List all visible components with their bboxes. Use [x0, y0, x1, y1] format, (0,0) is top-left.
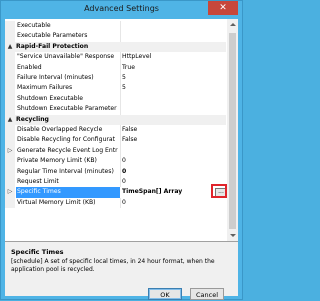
row-gutter — [5, 93, 15, 105]
column-divider — [120, 125, 121, 136]
property-name: Private Memory Limit (KB) — [17, 157, 97, 165]
scroll-up-icon[interactable] — [230, 23, 236, 26]
property-name: Generate Recycle Event Log Entr — [17, 146, 118, 154]
column-divider — [120, 177, 121, 188]
vertical-scrollbar[interactable] — [227, 19, 238, 241]
row-gutter — [5, 73, 15, 84]
column-divider — [120, 73, 121, 84]
description-panel: Specific Times [schedule] A set of speci… — [5, 242, 238, 284]
property-name: Maximum Failures — [17, 84, 73, 92]
column-divider — [120, 145, 121, 157]
row-gutter — [5, 31, 15, 42]
property-row-virtual-memory-limit[interactable]: Virtual Memory Limit (KB) 0 — [5, 197, 226, 209]
category-rapid-fail-protection[interactable]: ▲ Rapid-Fail Protection — [5, 41, 226, 53]
property-row-generate-recycle-event-log[interactable]: ▷ Generate Recycle Event Log Entr — [5, 145, 226, 157]
column-divider — [120, 104, 121, 115]
collapse-icon[interactable]: ▲ — [5, 41, 15, 53]
property-name: Executable Parameters — [17, 32, 88, 40]
row-gutter — [5, 135, 15, 146]
property-row-request-limit[interactable]: Request Limit 0 — [5, 177, 226, 188]
row-gutter — [5, 125, 15, 136]
expand-icon[interactable]: ▷ — [5, 187, 15, 198]
dialog-footer: OK Cancel — [5, 285, 238, 300]
column-divider — [120, 21, 121, 32]
ok-button[interactable]: OK — [148, 288, 182, 300]
window-title: Advanced Settings — [84, 4, 159, 13]
column-divider — [120, 166, 121, 177]
close-icon: ✕ — [219, 3, 227, 13]
property-name: Shutdown Executable — [17, 94, 84, 102]
collapse-icon[interactable]: ▲ — [5, 114, 15, 125]
property-name: Executable — [17, 22, 51, 29]
column-divider — [120, 83, 121, 94]
property-row-specific-times[interactable]: ▷ Specific Times TimeSpan[] Array ... — [5, 184, 227, 199]
property-value[interactable]: 0 — [122, 177, 224, 187]
column-divider — [120, 62, 121, 73]
category-name: Recycling — [16, 115, 49, 123]
row-gutter — [5, 166, 15, 177]
advanced-settings-window: Advanced Settings ✕ Executable Executabl… — [0, 0, 243, 300]
property-row-shutdown-executable-parameters[interactable]: Shutdown Executable Parameter — [5, 104, 226, 115]
property-name: Shutdown Executable Parameter — [17, 105, 117, 113]
callout-highlight-box — [211, 184, 227, 199]
property-grid[interactable]: Executable Executable Parameters ▲ Rapid… — [5, 19, 238, 242]
dialog-body: Executable Executable Parameters ▲ Rapid… — [5, 19, 238, 300]
property-value[interactable]: 0 — [122, 156, 224, 166]
row-gutter — [5, 197, 15, 209]
property-name: "Service Unavailable" Response — [17, 53, 115, 61]
property-row-executable-parameters[interactable]: Executable Parameters — [5, 31, 226, 42]
scrollbar-thumb[interactable] — [229, 33, 236, 229]
column-divider — [120, 197, 121, 209]
property-value[interactable]: 5 — [122, 83, 224, 93]
description-text: [schedule] A set of specific local times… — [11, 258, 215, 273]
column-divider — [120, 156, 121, 167]
column-divider — [120, 31, 121, 42]
property-row-regular-time-interval[interactable]: Regular Time Interval (minutes) 0 — [5, 166, 226, 177]
expand-icon[interactable]: ▷ — [5, 145, 15, 157]
property-name: Failure Interval (minutes) — [17, 74, 94, 81]
category-name: Rapid-Fail Protection — [16, 42, 89, 50]
property-value[interactable]: True — [122, 63, 224, 73]
property-row-service-unavailable-response[interactable]: "Service Unavailable" Response HttpLevel — [5, 52, 226, 63]
row-gutter — [5, 21, 15, 32]
row-gutter — [5, 104, 15, 115]
title-bar[interactable]: Advanced Settings ✕ — [1, 1, 242, 19]
property-value[interactable]: False — [122, 135, 224, 145]
property-name: Regular Time Interval (minutes) — [17, 167, 114, 175]
property-name: Disable Overlapped Recycle — [17, 126, 103, 133]
property-name: Virtual Memory Limit (KB) — [17, 198, 96, 206]
description-title: Specific Times — [11, 248, 64, 256]
column-divider — [120, 93, 121, 105]
property-value[interactable]: HttpLevel — [122, 52, 224, 62]
close-button[interactable]: ✕ — [208, 1, 238, 15]
row-gutter — [5, 156, 15, 167]
property-row-shutdown-executable[interactable]: Shutdown Executable — [5, 93, 226, 105]
property-value[interactable]: 5 — [122, 73, 224, 83]
row-gutter — [5, 83, 15, 94]
property-value[interactable]: 0 — [122, 198, 224, 208]
property-name: Disable Recycling for Configurat — [17, 136, 115, 144]
property-value[interactable]: 0 — [122, 167, 224, 177]
property-row-executable[interactable]: Executable — [5, 21, 226, 32]
property-name: Specific Times — [17, 188, 61, 196]
property-value[interactable]: TimeSpan[] Array — [122, 187, 224, 197]
property-row-disable-overlapped-recycle[interactable]: Disable Overlapped Recycle False — [5, 125, 226, 136]
property-value[interactable]: False — [122, 125, 224, 135]
scroll-down-icon[interactable] — [230, 234, 236, 237]
property-name: Request Limit — [17, 178, 59, 185]
column-divider — [120, 135, 121, 146]
property-row-failure-interval[interactable]: Failure Interval (minutes) 5 — [5, 73, 226, 84]
property-row-enabled[interactable]: Enabled True — [5, 62, 226, 73]
property-row-maximum-failures[interactable]: Maximum Failures 5 — [5, 83, 226, 94]
selected-property-name: Specific Times — [16, 187, 120, 198]
column-divider — [120, 52, 121, 63]
property-row-disable-recycling-config[interactable]: Disable Recycling for Configurat False — [5, 135, 226, 146]
row-gutter — [5, 62, 15, 73]
row-gutter — [5, 52, 15, 63]
property-row-private-memory-limit[interactable]: Private Memory Limit (KB) 0 — [5, 156, 226, 167]
category-recycling[interactable]: ▲ Recycling — [5, 114, 226, 125]
row-gutter — [5, 177, 15, 188]
property-name: Enabled — [17, 63, 42, 71]
cancel-button[interactable]: Cancel — [190, 288, 224, 300]
